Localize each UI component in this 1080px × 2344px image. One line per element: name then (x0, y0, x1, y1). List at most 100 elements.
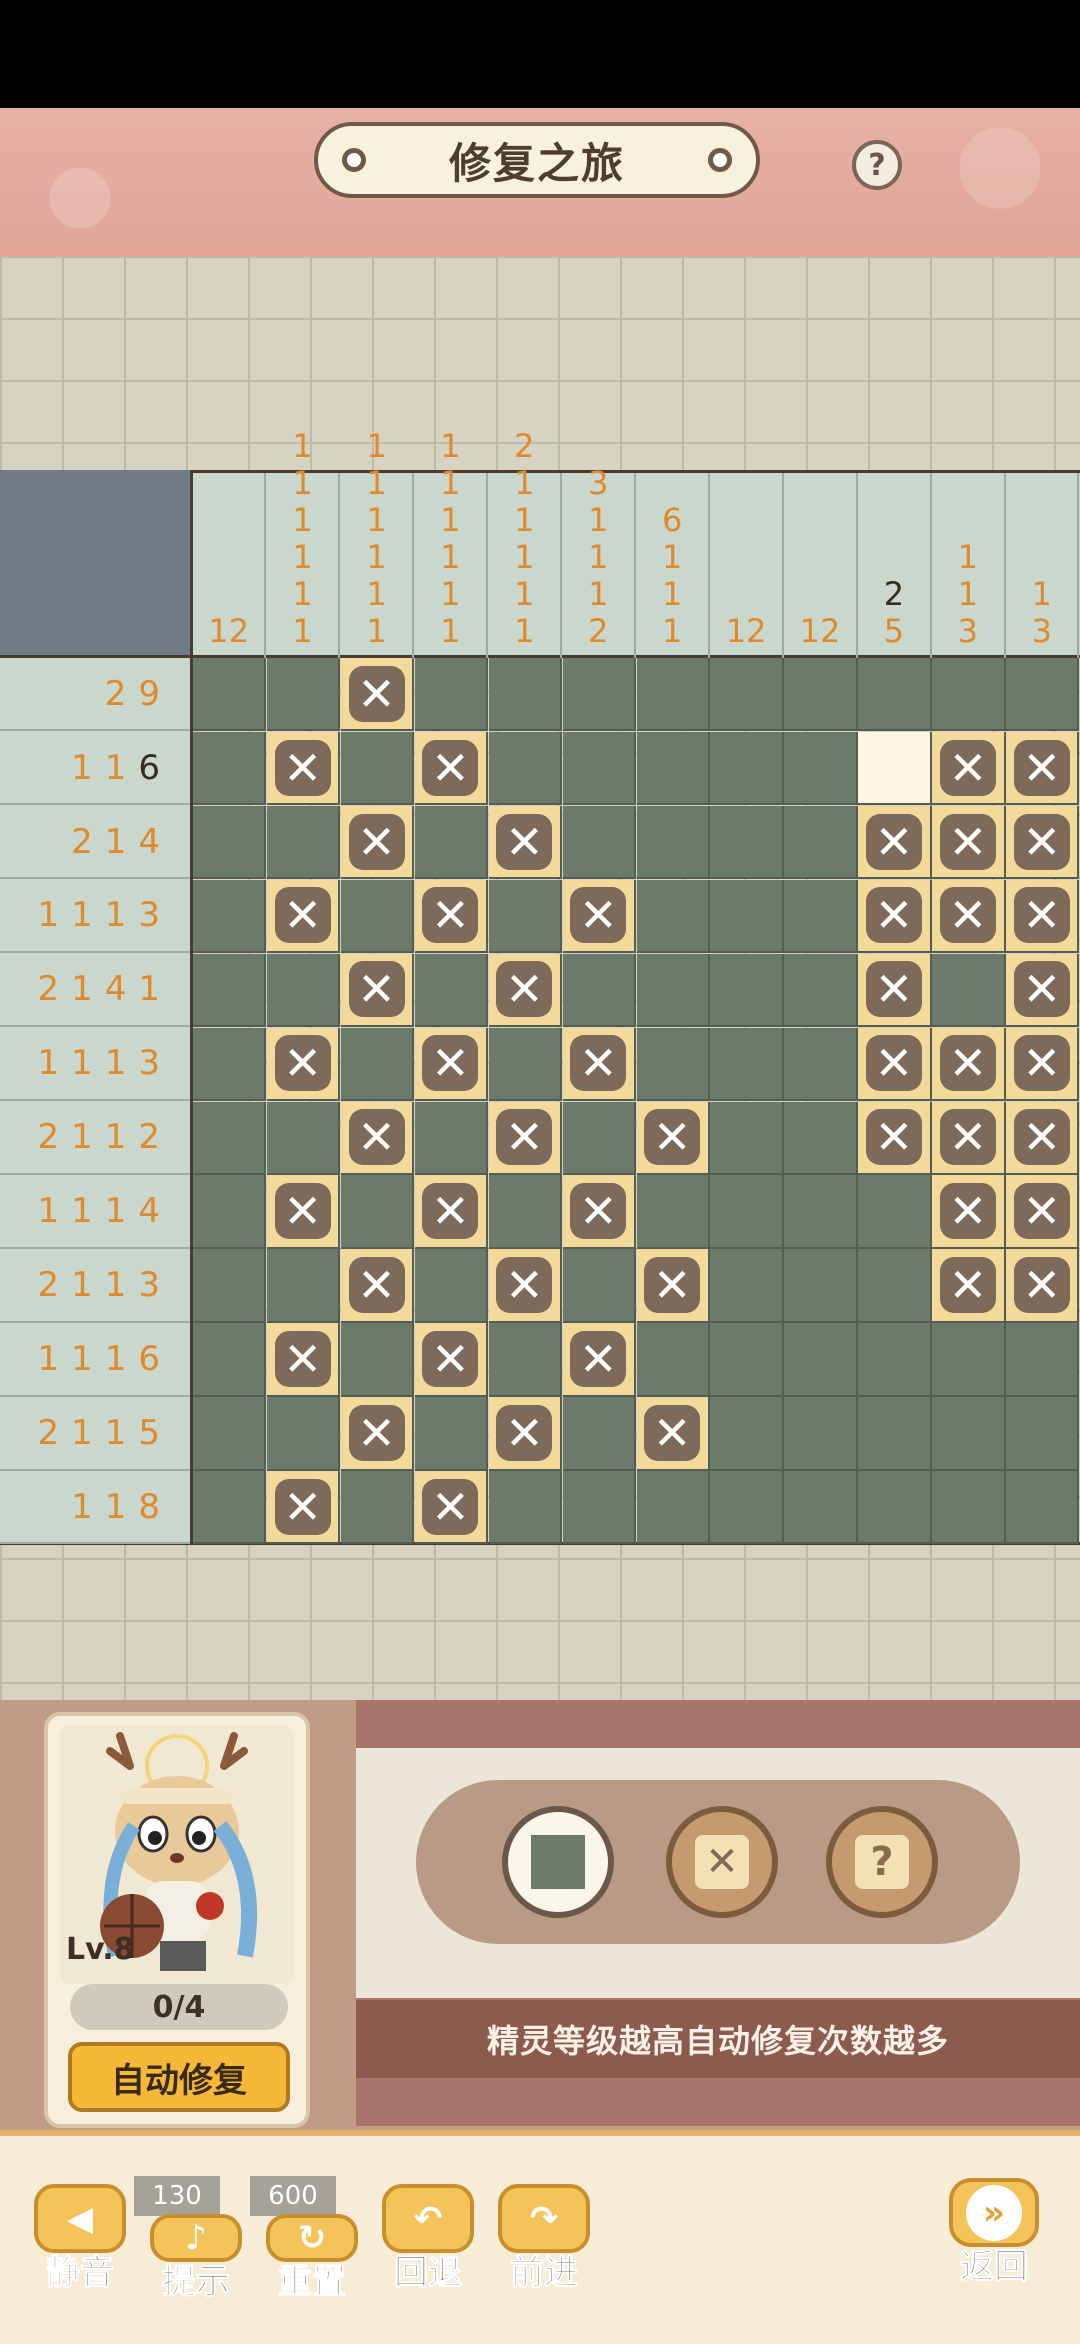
cell-crossed[interactable]: ✕ (932, 879, 1006, 954)
cell-crossed[interactable]: ✕ (636, 1249, 710, 1323)
cell-crossed[interactable]: ✕ (266, 1175, 341, 1249)
cell-filled[interactable] (710, 1397, 784, 1471)
cell-filled[interactable] (710, 1323, 784, 1397)
cell-crossed[interactable]: ✕ (488, 805, 563, 880)
cell-filled[interactable] (266, 1101, 341, 1175)
cell-filled[interactable] (784, 1249, 858, 1323)
cell-filled[interactable] (858, 658, 932, 732)
cell-crossed[interactable]: ✕ (340, 953, 415, 1028)
cell-crossed[interactable]: ✕ (932, 1175, 1006, 1249)
cell-filled[interactable] (193, 1323, 267, 1397)
cell-filled[interactable] (266, 658, 341, 732)
cell-filled[interactable] (562, 731, 636, 806)
cell-filled[interactable] (932, 953, 1006, 1028)
cell-filled[interactable] (784, 879, 858, 954)
cell-filled[interactable] (340, 731, 415, 806)
cell-crossed[interactable]: ✕ (562, 1175, 636, 1249)
cell-filled[interactable] (710, 1175, 784, 1249)
cell-filled[interactable] (636, 1323, 710, 1397)
cell-filled[interactable] (932, 1397, 1006, 1471)
cell-crossed[interactable]: ✕ (636, 1101, 710, 1175)
cell-crossed[interactable]: ✕ (340, 658, 415, 732)
cell-filled[interactable] (636, 1471, 710, 1545)
cell-filled[interactable] (266, 1249, 341, 1323)
cell-filled[interactable] (340, 1027, 415, 1101)
fill-tool-button[interactable] (502, 1806, 614, 1918)
cell-filled[interactable] (488, 658, 563, 732)
cell-crossed[interactable]: ✕ (266, 1027, 341, 1101)
cell-crossed[interactable]: ✕ (488, 1101, 563, 1175)
cell-filled[interactable] (784, 731, 858, 806)
cell-crossed[interactable]: ✕ (340, 1397, 415, 1471)
cell-filled[interactable] (784, 1175, 858, 1249)
cell-filled[interactable] (636, 731, 710, 806)
cell-crossed[interactable]: ✕ (932, 805, 1006, 880)
cell-filled[interactable] (710, 1249, 784, 1323)
cell-crossed[interactable]: ✕ (562, 1027, 636, 1101)
cell-filled[interactable] (488, 731, 563, 806)
cell-filled[interactable] (710, 1027, 784, 1101)
cell-filled[interactable] (710, 879, 784, 954)
cell-crossed[interactable]: ✕ (340, 805, 415, 880)
cell-filled[interactable] (414, 1397, 489, 1471)
cell-filled[interactable] (340, 879, 415, 954)
cell-crossed[interactable]: ✕ (1006, 879, 1080, 954)
cell-crossed[interactable]: ✕ (340, 1249, 415, 1323)
cell-filled[interactable] (193, 879, 267, 954)
cell-crossed[interactable]: ✕ (414, 1175, 489, 1249)
cell-filled[interactable] (193, 1471, 267, 1545)
cell-filled[interactable] (710, 805, 784, 880)
cell-filled[interactable] (858, 1175, 932, 1249)
cell-filled[interactable] (710, 658, 784, 732)
cell-crossed[interactable]: ✕ (858, 1027, 932, 1101)
cell-filled[interactable] (488, 1471, 563, 1545)
cell-filled[interactable] (562, 953, 636, 1028)
cell-filled[interactable] (858, 1471, 932, 1545)
cell-filled[interactable] (193, 1249, 267, 1323)
reset-button[interactable]: ↻ 重置 (262, 2184, 362, 2303)
cell-empty[interactable] (858, 731, 932, 806)
cell-filled[interactable] (340, 1323, 415, 1397)
cell-filled[interactable] (193, 731, 267, 806)
cell-filled[interactable] (562, 658, 636, 732)
cell-crossed[interactable]: ✕ (858, 1101, 932, 1175)
cell-filled[interactable] (193, 1101, 267, 1175)
help-button[interactable]: ? (852, 140, 902, 190)
cell-filled[interactable] (932, 1323, 1006, 1397)
cell-filled[interactable] (193, 805, 267, 880)
cell-filled[interactable] (414, 658, 489, 732)
cell-filled[interactable] (858, 1323, 932, 1397)
cell-crossed[interactable]: ✕ (266, 879, 341, 954)
cell-filled[interactable] (414, 1249, 489, 1323)
cell-filled[interactable] (858, 1397, 932, 1471)
cell-filled[interactable] (340, 1175, 415, 1249)
cell-filled[interactable] (932, 658, 1006, 732)
cell-filled[interactable] (488, 1175, 563, 1249)
cell-filled[interactable] (784, 1101, 858, 1175)
cell-filled[interactable] (710, 953, 784, 1028)
cell-filled[interactable] (636, 879, 710, 954)
cell-crossed[interactable]: ✕ (932, 1249, 1006, 1323)
cell-filled[interactable] (193, 1175, 267, 1249)
cell-crossed[interactable]: ✕ (1006, 1249, 1080, 1323)
cell-filled[interactable] (1006, 1397, 1080, 1471)
cell-crossed[interactable]: ✕ (488, 1397, 563, 1471)
cell-filled[interactable] (488, 879, 563, 954)
undo-button[interactable]: ↶ 回退 (378, 2184, 478, 2294)
cell-filled[interactable] (414, 1101, 489, 1175)
cell-crossed[interactable]: ✕ (858, 805, 932, 880)
cell-filled[interactable] (193, 953, 267, 1028)
cell-crossed[interactable]: ✕ (488, 953, 563, 1028)
puzzle-grid[interactable]: ✕ ✕ ✕ ✕ ✕ ✕ ✕ ✕ ✕ ✕ ✕ ✕ ✕ ✕ ✕ ✕ ✕ ✕ ✕ ✕ ✕ ✕ ✕ ✕ ✕ ✕ ✕ ✕ ✕ ✕ ✕ ✕ ✕ ✕ ✕ ✕ ✕ ✕ ✕ ✕… (193, 658, 1080, 1545)
cell-filled[interactable] (1006, 1471, 1080, 1545)
hint-button[interactable]: ♪ 提示 (146, 2184, 246, 2303)
cell-filled[interactable] (710, 1471, 784, 1545)
cell-crossed[interactable]: ✕ (1006, 805, 1080, 880)
cell-filled[interactable] (193, 1397, 267, 1471)
cell-crossed[interactable]: ✕ (1006, 1101, 1080, 1175)
cell-filled[interactable] (710, 1101, 784, 1175)
cell-crossed[interactable]: ✕ (858, 953, 932, 1028)
cell-crossed[interactable]: ✕ (340, 1101, 415, 1175)
redo-button[interactable]: ↷ 前进 (494, 2184, 594, 2294)
cell-crossed[interactable]: ✕ (1006, 1175, 1080, 1249)
